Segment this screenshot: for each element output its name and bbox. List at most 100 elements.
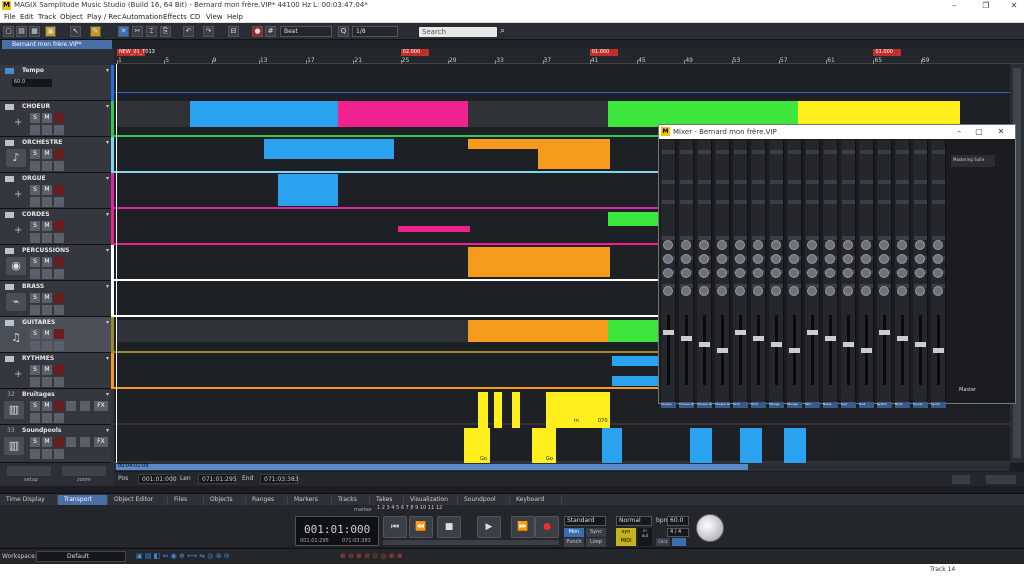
add-track-icon[interactable]: + [14, 369, 22, 380]
mon-button[interactable]: Mon [564, 528, 584, 537]
knob[interactable] [699, 254, 709, 264]
audio-clip[interactable] [512, 392, 520, 428]
channel-slot[interactable] [878, 180, 891, 184]
tab-time-display[interactable]: Time Display [0, 495, 58, 505]
knob[interactable] [879, 268, 889, 278]
track-button[interactable] [30, 161, 40, 171]
channel-slot[interactable] [734, 200, 747, 204]
channel-slot[interactable] [842, 180, 855, 184]
channel-slot[interactable] [698, 200, 711, 204]
knob[interactable] [717, 268, 727, 278]
audio-clip[interactable] [740, 428, 762, 464]
tab-markers[interactable]: Markers [288, 495, 332, 505]
fader-handle[interactable] [681, 336, 692, 341]
track-header[interactable]: Tempo ▾ 60.0 [0, 65, 114, 101]
channel-slot[interactable] [788, 200, 801, 204]
audio-clip[interactable] [116, 101, 190, 127]
knob[interactable] [699, 268, 709, 278]
channel-slot[interactable] [662, 200, 675, 204]
menu-effects[interactable]: Effects [163, 13, 187, 21]
fx-button[interactable]: FX [94, 437, 108, 447]
track-name[interactable]: GUITARES [22, 319, 55, 326]
fader-handle[interactable] [843, 342, 854, 347]
channel-slot[interactable] [914, 200, 927, 204]
channel-slot[interactable] [770, 150, 783, 154]
track-button[interactable] [42, 341, 52, 351]
time-signature[interactable]: 4 / 4 [667, 528, 689, 537]
knob[interactable] [771, 268, 781, 278]
mute-button[interactable]: M [42, 185, 52, 195]
track-button[interactable] [30, 341, 40, 351]
scissors-icon[interactable]: ✂ [132, 26, 143, 37]
track-name[interactable]: BRASS [22, 283, 44, 290]
record-arm-button[interactable] [54, 365, 64, 375]
track-name[interactable]: Tempo [22, 67, 44, 74]
audio-clip[interactable] [612, 356, 658, 366]
track-menu-icon[interactable]: ▾ [106, 67, 109, 74]
channel-slot[interactable] [716, 150, 729, 154]
channel-slot[interactable] [788, 180, 801, 184]
mixer-channel[interactable]: Choeur Org [679, 140, 694, 408]
tab-ranges[interactable]: Ranges [246, 495, 288, 505]
solo-button[interactable]: S [30, 437, 40, 447]
audio-clip[interactable] [784, 428, 806, 464]
pencil-icon[interactable]: ✎ [90, 26, 101, 37]
menu-cd[interactable]: CD [190, 13, 200, 21]
new-file-icon[interactable]: ▢ [3, 26, 14, 37]
knob[interactable] [807, 240, 817, 250]
track-button[interactable] [54, 413, 64, 423]
track-button[interactable] [42, 377, 52, 387]
audio-clip[interactable] [398, 226, 470, 232]
audio-clip[interactable] [468, 247, 610, 277]
knob[interactable] [933, 240, 943, 250]
record-mode-icon[interactable]: ● [252, 26, 263, 37]
tab-transport[interactable]: Transport [58, 495, 108, 505]
track-header[interactable]: ORCHESTRE ▾ S M ♪ [0, 137, 114, 173]
knob[interactable] [789, 240, 799, 250]
knob[interactable] [753, 240, 763, 250]
channel-slot[interactable] [770, 180, 783, 184]
track-button[interactable] [30, 377, 40, 387]
save-as-icon[interactable]: ▣ [45, 26, 56, 37]
track-menu-icon[interactable]: ▾ [106, 427, 109, 434]
record-arm-button[interactable] [54, 149, 64, 159]
hscroll-thumb[interactable] [116, 464, 748, 470]
track-menu-icon[interactable]: ▾ [106, 103, 109, 110]
channel-slot[interactable] [878, 200, 891, 204]
channel-slot[interactable] [752, 150, 765, 154]
track-button[interactable] [42, 161, 52, 171]
knob[interactable] [681, 240, 691, 250]
setup-buttons[interactable] [7, 466, 51, 476]
tempo-curve[interactable] [114, 92, 1010, 93]
mute-button[interactable]: M [42, 221, 52, 231]
minimize-icon[interactable]: – [944, 0, 964, 12]
track-header[interactable]: CORDES ▾ S M + [0, 209, 114, 245]
knob[interactable] [897, 268, 907, 278]
tempo-value[interactable]: 60.0 [12, 79, 52, 87]
knob[interactable] [825, 286, 835, 296]
bpm-field[interactable]: 60.0 [667, 516, 689, 526]
knob[interactable] [825, 268, 835, 278]
knob[interactable] [663, 286, 673, 296]
knob[interactable] [843, 268, 853, 278]
rewind-icon[interactable]: ⏪ [409, 516, 433, 538]
record-arm-button[interactable] [54, 113, 64, 123]
mute-button[interactable]: M [42, 365, 52, 375]
track-button[interactable] [54, 161, 64, 171]
audio-clip[interactable] [608, 212, 658, 226]
track-menu-icon[interactable]: ▾ [106, 139, 109, 146]
audio-clip[interactable] [602, 428, 622, 464]
track-name[interactable]: Bruitages [22, 391, 55, 398]
channel-slot[interactable] [842, 200, 855, 204]
record-arm-button[interactable] [54, 401, 64, 411]
knob[interactable] [681, 268, 691, 278]
knob[interactable] [897, 240, 907, 250]
menu-file[interactable]: File [4, 13, 16, 21]
end-field[interactable]: 071:03:383 [260, 474, 299, 484]
menu-help[interactable]: Help [227, 13, 243, 21]
fader-handle[interactable] [933, 348, 944, 353]
knob[interactable] [915, 254, 925, 264]
audio-clip[interactable] [190, 101, 338, 127]
fader-handle[interactable] [789, 348, 800, 353]
track-lane[interactable] [114, 65, 1010, 101]
